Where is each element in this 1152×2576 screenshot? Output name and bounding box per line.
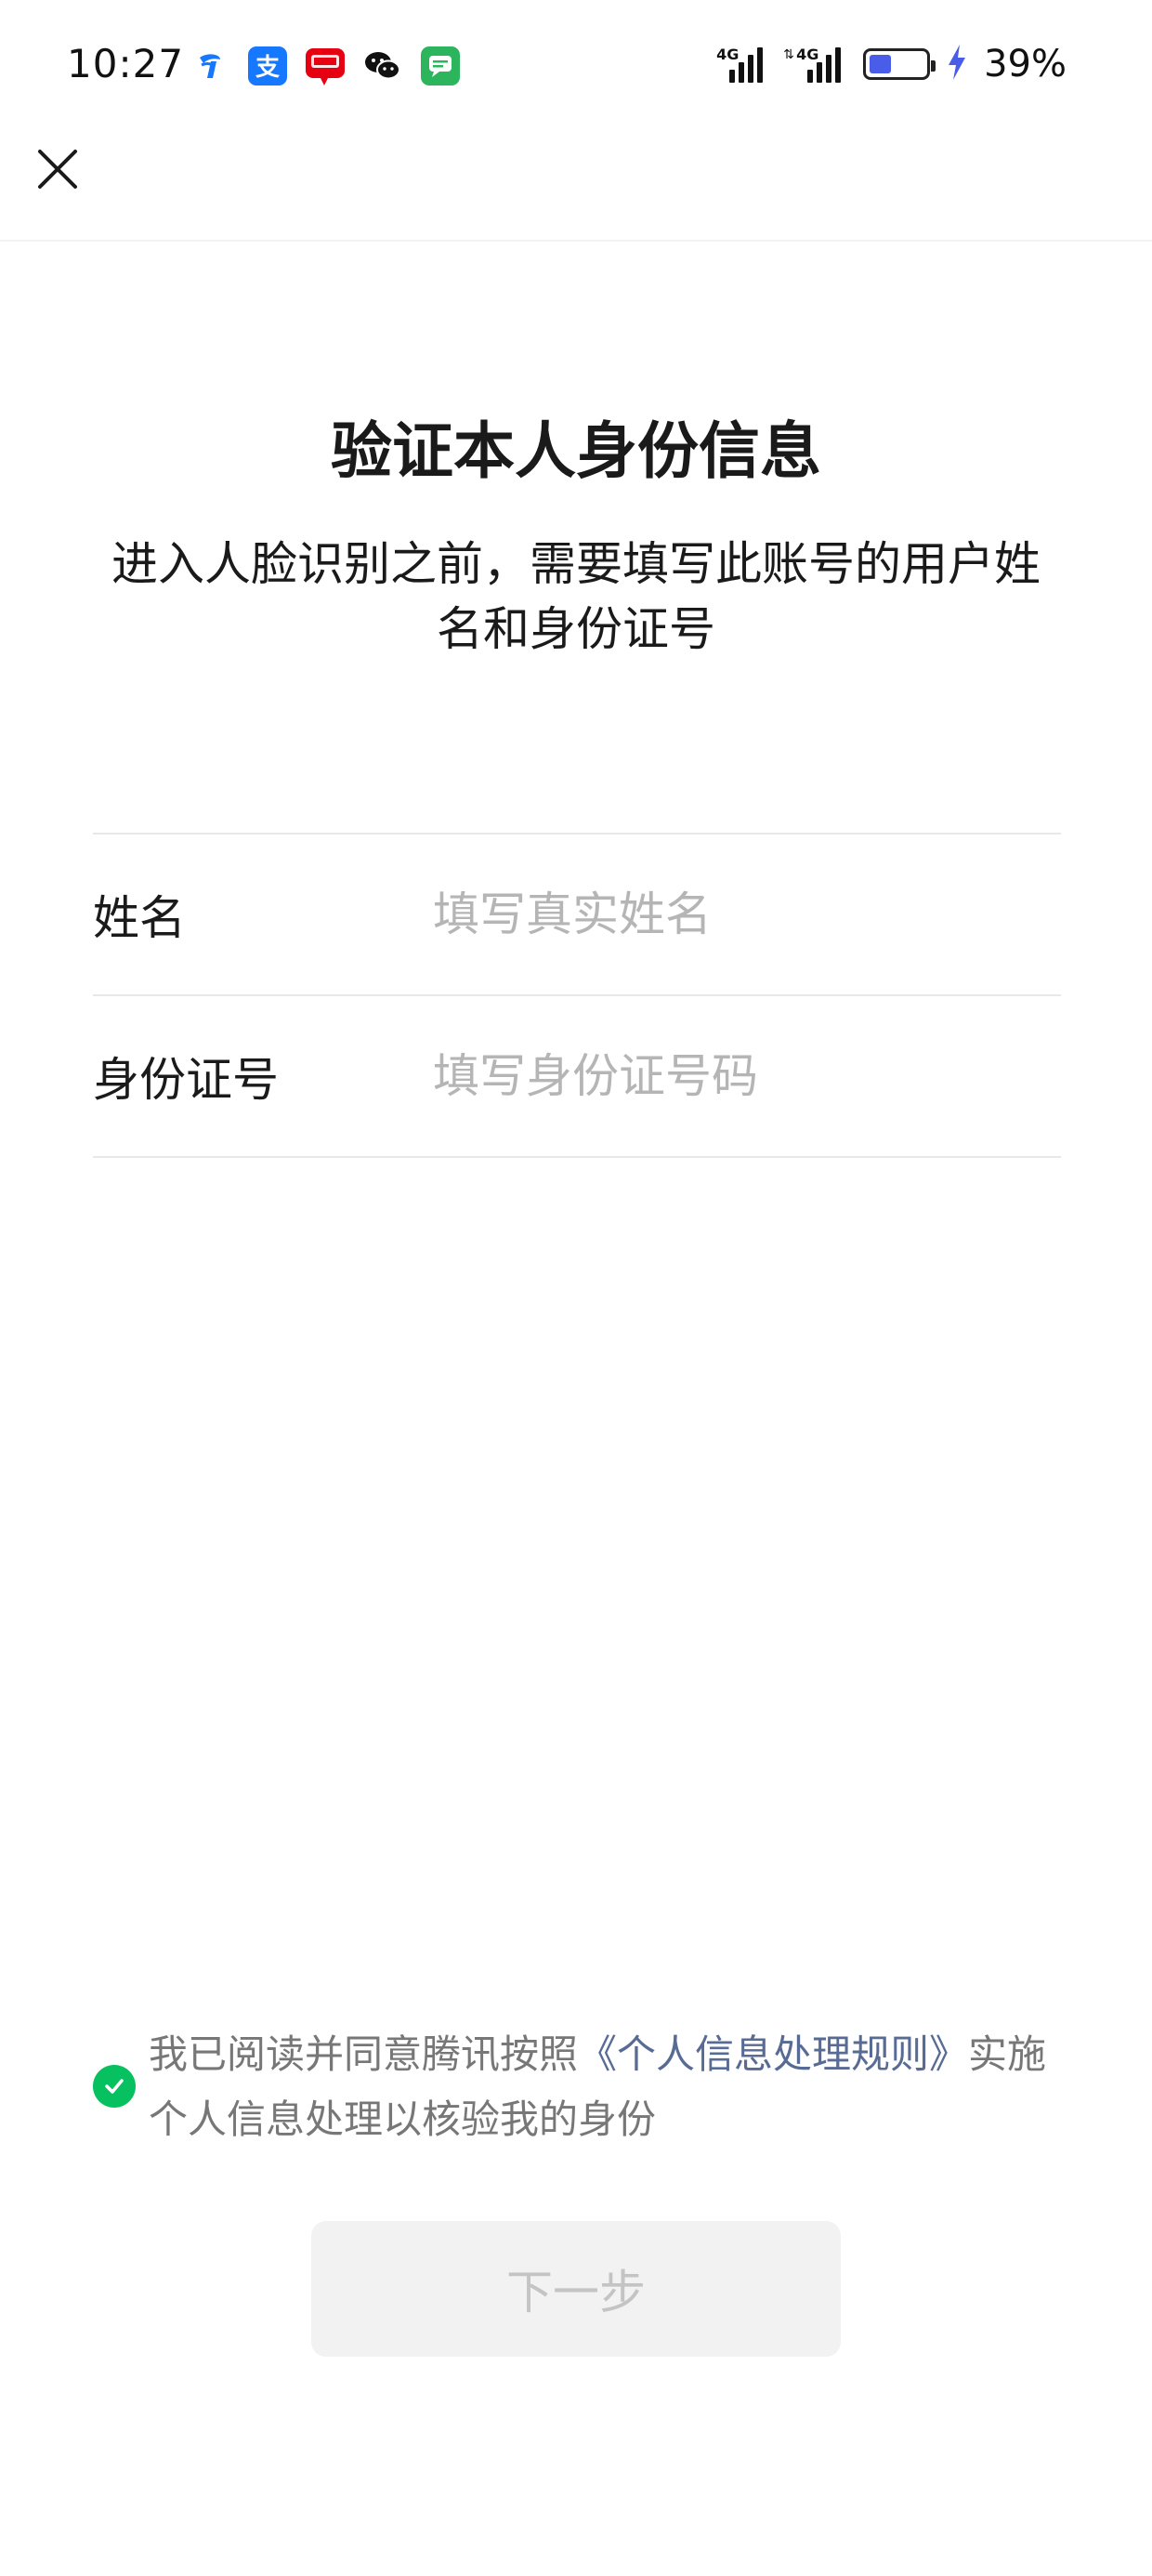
alipay-icon: 支: [248, 46, 287, 85]
close-button[interactable]: [28, 139, 87, 199]
status-right: 4G 4G ⇅ 39%: [716, 43, 1067, 85]
close-icon: [38, 150, 77, 189]
messages-icon: [421, 46, 460, 85]
id-number-row: 身份证号: [93, 996, 1061, 1156]
form-divider: [93, 1156, 1061, 1158]
check-icon: [105, 2079, 124, 2094]
svg-text:支: 支: [255, 54, 280, 82]
page-subtitle: 进入人脸识别之前，需要填写此账号的用户姓名和身份证号: [111, 537, 1041, 656]
unionpay-icon: [306, 46, 345, 85]
identity-form: 姓名 身份证号: [93, 833, 1061, 1158]
battery-icon: [863, 48, 936, 80]
privacy-rules-link[interactable]: 《个人信息处理规则》: [578, 2031, 968, 2077]
charging-icon: [947, 45, 967, 84]
status-time: 10:27: [67, 41, 185, 86]
agreement-text: 我已阅读并同意腾讯按照《个人信息处理规则》实施个人信息处理以核验我的身份: [149, 2022, 1064, 2152]
agreement-text-before: 我已阅读并同意腾讯按照: [149, 2031, 579, 2077]
battery-percent: 39%: [984, 43, 1067, 85]
status-app-icons: 支: [190, 46, 460, 85]
battery-level: [870, 55, 891, 73]
page-title: 验证本人身份信息: [331, 415, 821, 487]
agreement-checkbox[interactable]: [93, 2065, 136, 2108]
china-telecom-icon: [190, 46, 229, 85]
wechat-icon: [363, 46, 402, 85]
status-bar: 10:27 支 4G 4G ⇅ 39%: [0, 0, 1152, 139]
name-input[interactable]: [433, 887, 1061, 941]
name-label: 姓名: [93, 891, 186, 945]
agreement: 我已阅读并同意腾讯按照《个人信息处理规则》实施个人信息处理以核验我的身份: [93, 2022, 1064, 2152]
nav-divider: [0, 240, 1152, 242]
name-row: 姓名: [93, 835, 1061, 994]
verify-identity-screen: 10:27 支 4G 4G ⇅ 39% 验证本人身份信息 进入人脸识别之前，需要…: [0, 0, 1152, 2576]
id-number-input[interactable]: [433, 1049, 1061, 1103]
signal-4g-data-icon: 4G ⇅: [783, 46, 846, 83]
signal-4g-icon: 4G: [716, 46, 766, 83]
next-button[interactable]: 下一步: [311, 2221, 841, 2357]
id-number-label: 身份证号: [93, 1053, 279, 1107]
